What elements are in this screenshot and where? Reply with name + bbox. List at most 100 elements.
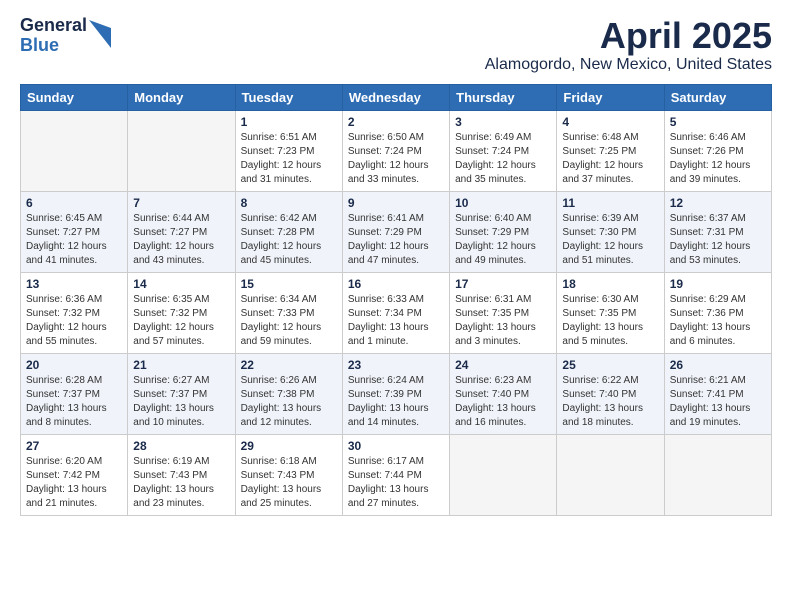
day-number: 25 — [562, 358, 658, 372]
day-number: 18 — [562, 277, 658, 291]
col-saturday: Saturday — [664, 84, 771, 110]
day-number: 19 — [670, 277, 766, 291]
table-row: 13 Sunrise: 6:36 AM Sunset: 7:32 PM Dayli… — [21, 272, 128, 353]
header: General Blue April 2025 Alamogordo, New … — [20, 16, 772, 74]
day-info: Sunrise: 6:40 AM Sunset: 7:29 PM Dayligh… — [455, 212, 551, 268]
day-number: 8 — [241, 196, 337, 210]
day-number: 3 — [455, 115, 551, 129]
table-row: 8 Sunrise: 6:42 AM Sunset: 7:28 PM Daylig… — [235, 191, 342, 272]
day-info: Sunrise: 6:49 AM Sunset: 7:24 PM Dayligh… — [455, 131, 551, 187]
day-number: 21 — [133, 358, 229, 372]
day-info: Sunrise: 6:21 AM Sunset: 7:41 PM Dayligh… — [670, 374, 766, 430]
table-row: 4 Sunrise: 6:48 AM Sunset: 7:25 PM Daylig… — [557, 110, 664, 191]
col-monday: Monday — [128, 84, 235, 110]
title-block: April 2025 Alamogordo, New Mexico, Unite… — [485, 16, 772, 74]
day-number: 28 — [133, 439, 229, 453]
table-row: 28 Sunrise: 6:19 AM Sunset: 7:43 PM Dayli… — [128, 434, 235, 515]
day-info: Sunrise: 6:18 AM Sunset: 7:43 PM Dayligh… — [241, 455, 337, 511]
day-number: 15 — [241, 277, 337, 291]
day-number: 1 — [241, 115, 337, 129]
day-info: Sunrise: 6:48 AM Sunset: 7:25 PM Dayligh… — [562, 131, 658, 187]
day-info: Sunrise: 6:31 AM Sunset: 7:35 PM Dayligh… — [455, 293, 551, 349]
day-info: Sunrise: 6:22 AM Sunset: 7:40 PM Dayligh… — [562, 374, 658, 430]
day-info: Sunrise: 6:50 AM Sunset: 7:24 PM Dayligh… — [348, 131, 444, 187]
day-info: Sunrise: 6:19 AM Sunset: 7:43 PM Dayligh… — [133, 455, 229, 511]
table-row: 2Sunrise: 6:50 AM Sunset: 7:24 PM Daylig… — [342, 110, 449, 191]
day-number: 27 — [26, 439, 122, 453]
table-row: 10 Sunrise: 6:40 AM Sunset: 7:29 PM Dayli… — [450, 191, 557, 272]
col-tuesday: Tuesday — [235, 84, 342, 110]
logo: General Blue — [20, 16, 111, 56]
table-row: 5 Sunrise: 6:46 AM Sunset: 7:26 PM Daylig… — [664, 110, 771, 191]
day-number: 4 — [562, 115, 658, 129]
day-number: 13 — [26, 277, 122, 291]
logo-icon — [89, 20, 111, 48]
calendar-week-row: 20 Sunrise: 6:28 AM Sunset: 7:37 PM Dayli… — [21, 353, 772, 434]
day-info: Sunrise: 6:35 AM Sunset: 7:32 PM Dayligh… — [133, 293, 229, 349]
day-number: 10 — [455, 196, 551, 210]
day-number: 12 — [670, 196, 766, 210]
table-row: 15 Sunrise: 6:34 AM Sunset: 7:33 PM Dayli… — [235, 272, 342, 353]
table-row: 22 Sunrise: 6:26 AM Sunset: 7:38 PM Dayli… — [235, 353, 342, 434]
logo-general: General — [20, 16, 87, 36]
col-thursday: Thursday — [450, 84, 557, 110]
day-number: 20 — [26, 358, 122, 372]
table-row: 12Sunrise: 6:37 AM Sunset: 7:31 PM Dayli… — [664, 191, 771, 272]
table-row: 19Sunrise: 6:29 AM Sunset: 7:36 PM Dayli… — [664, 272, 771, 353]
day-info: Sunrise: 6:20 AM Sunset: 7:42 PM Dayligh… — [26, 455, 122, 511]
day-number: 6 — [26, 196, 122, 210]
day-info: Sunrise: 6:46 AM Sunset: 7:26 PM Dayligh… — [670, 131, 766, 187]
day-info: Sunrise: 6:36 AM Sunset: 7:32 PM Dayligh… — [26, 293, 122, 349]
day-number: 14 — [133, 277, 229, 291]
table-row: 18 Sunrise: 6:30 AM Sunset: 7:35 PM Dayli… — [557, 272, 664, 353]
table-row: 7Sunrise: 6:44 AM Sunset: 7:27 PM Daylig… — [128, 191, 235, 272]
day-info: Sunrise: 6:23 AM Sunset: 7:40 PM Dayligh… — [455, 374, 551, 430]
table-row — [557, 434, 664, 515]
calendar-week-row: 13 Sunrise: 6:36 AM Sunset: 7:32 PM Dayli… — [21, 272, 772, 353]
day-info: Sunrise: 6:26 AM Sunset: 7:38 PM Dayligh… — [241, 374, 337, 430]
table-row: 3 Sunrise: 6:49 AM Sunset: 7:24 PM Daylig… — [450, 110, 557, 191]
day-info: Sunrise: 6:24 AM Sunset: 7:39 PM Dayligh… — [348, 374, 444, 430]
table-row — [450, 434, 557, 515]
day-info: Sunrise: 6:28 AM Sunset: 7:37 PM Dayligh… — [26, 374, 122, 430]
day-number: 17 — [455, 277, 551, 291]
day-info: Sunrise: 6:45 AM Sunset: 7:27 PM Dayligh… — [26, 212, 122, 268]
day-number: 11 — [562, 196, 658, 210]
day-info: Sunrise: 6:33 AM Sunset: 7:34 PM Dayligh… — [348, 293, 444, 349]
table-row: 11 Sunrise: 6:39 AM Sunset: 7:30 PM Dayli… — [557, 191, 664, 272]
day-info: Sunrise: 6:39 AM Sunset: 7:30 PM Dayligh… — [562, 212, 658, 268]
day-number: 30 — [348, 439, 444, 453]
table-row: 25 Sunrise: 6:22 AM Sunset: 7:40 PM Dayli… — [557, 353, 664, 434]
table-row: 6 Sunrise: 6:45 AM Sunset: 7:27 PM Daylig… — [21, 191, 128, 272]
table-row — [664, 434, 771, 515]
day-number: 5 — [670, 115, 766, 129]
table-row: 27 Sunrise: 6:20 AM Sunset: 7:42 PM Dayli… — [21, 434, 128, 515]
table-row — [21, 110, 128, 191]
title-location: Alamogordo, New Mexico, United States — [485, 56, 772, 74]
day-number: 7 — [133, 196, 229, 210]
col-sunday: Sunday — [21, 84, 128, 110]
table-row: 30Sunrise: 6:17 AM Sunset: 7:44 PM Dayli… — [342, 434, 449, 515]
table-row: 9 Sunrise: 6:41 AM Sunset: 7:29 PM Daylig… — [342, 191, 449, 272]
page: General Blue April 2025 Alamogordo, New … — [0, 0, 792, 612]
table-row: 29 Sunrise: 6:18 AM Sunset: 7:43 PM Dayli… — [235, 434, 342, 515]
calendar-week-row: 6 Sunrise: 6:45 AM Sunset: 7:27 PM Daylig… — [21, 191, 772, 272]
day-info: Sunrise: 6:27 AM Sunset: 7:37 PM Dayligh… — [133, 374, 229, 430]
logo-text: General Blue — [20, 16, 87, 56]
title-month: April 2025 — [485, 16, 772, 56]
table-row — [128, 110, 235, 191]
day-number: 22 — [241, 358, 337, 372]
day-number: 9 — [348, 196, 444, 210]
day-number: 26 — [670, 358, 766, 372]
logo-blue: Blue — [20, 36, 87, 56]
table-row: 20 Sunrise: 6:28 AM Sunset: 7:37 PM Dayli… — [21, 353, 128, 434]
day-number: 29 — [241, 439, 337, 453]
day-info: Sunrise: 6:42 AM Sunset: 7:28 PM Dayligh… — [241, 212, 337, 268]
table-row: 24Sunrise: 6:23 AM Sunset: 7:40 PM Dayli… — [450, 353, 557, 434]
calendar-week-row: 1Sunrise: 6:51 AM Sunset: 7:23 PM Daylig… — [21, 110, 772, 191]
day-info: Sunrise: 6:34 AM Sunset: 7:33 PM Dayligh… — [241, 293, 337, 349]
table-row: 16Sunrise: 6:33 AM Sunset: 7:34 PM Dayli… — [342, 272, 449, 353]
day-info: Sunrise: 6:41 AM Sunset: 7:29 PM Dayligh… — [348, 212, 444, 268]
table-row: 1Sunrise: 6:51 AM Sunset: 7:23 PM Daylig… — [235, 110, 342, 191]
day-info: Sunrise: 6:30 AM Sunset: 7:35 PM Dayligh… — [562, 293, 658, 349]
